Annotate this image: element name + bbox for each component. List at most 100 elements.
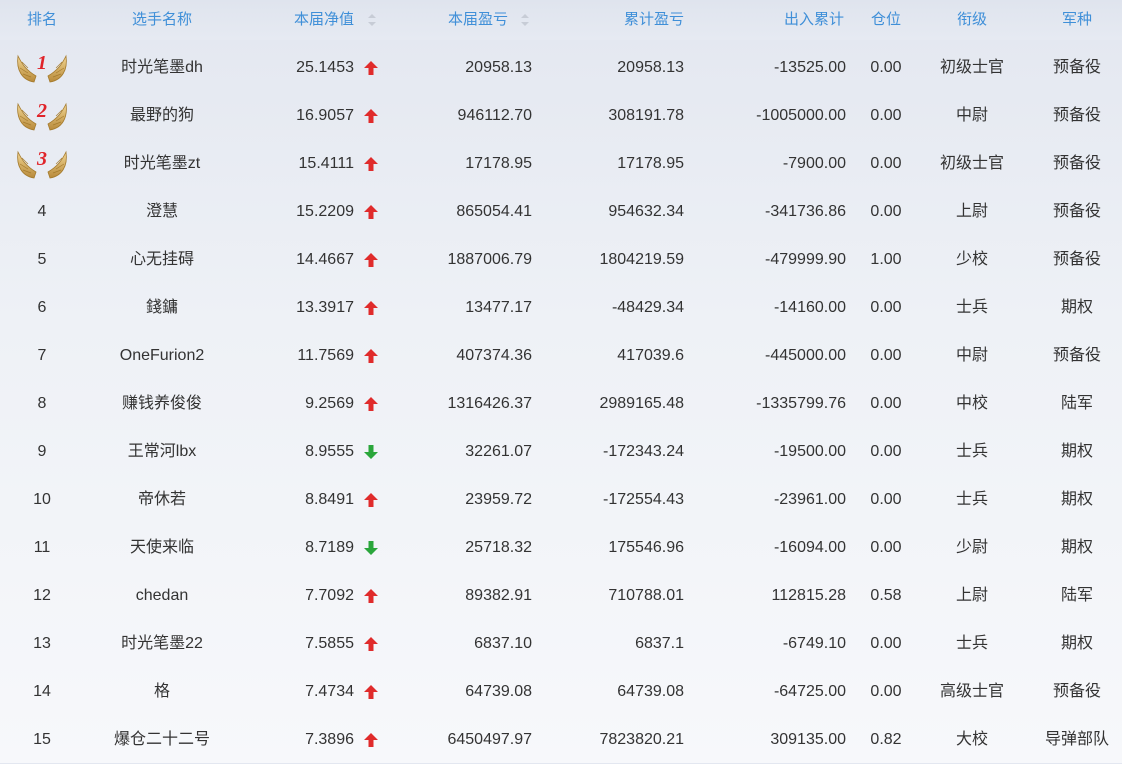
medal-wings-icon: 1	[14, 50, 70, 86]
position-ratio: 0.00	[870, 107, 902, 124]
military-branch: 预备役	[1052, 155, 1101, 172]
player-name[interactable]: 心无挂碍	[92, 236, 232, 284]
player-name[interactable]: 王常河lbx	[92, 428, 232, 476]
header-cumulative[interactable]: 累计盈亏	[560, 0, 684, 40]
rank-title: 中尉	[955, 347, 988, 364]
player-name[interactable]: 帝休若	[92, 476, 232, 524]
player-name[interactable]: 天使来临	[92, 524, 232, 572]
cumulative-profit: -172343.24	[603, 443, 684, 460]
net-value: 16.9057	[296, 107, 354, 124]
table-row[interactable]: 11 天使来临 8.7189 25718.32 175546.96 -16094.00 0.…	[0, 524, 1122, 572]
table-row[interactable]: 5 心无挂碍 14.4667 1887006.79 1804219.59 -479999.…	[0, 236, 1122, 284]
cumulative-profit: 2989165.48	[599, 395, 684, 412]
table-row[interactable]: 6 錢鏞 13.3917 13477.17 -48429.34 -14160.00 0.00…	[0, 284, 1122, 332]
table-row[interactable]: 9 王常河lbx 8.9555 32261.07 -172343.24 -19500.00…	[0, 428, 1122, 476]
military-branch: 期权	[1060, 539, 1093, 556]
rank-number: 10	[33, 491, 51, 508]
table-row[interactable]: 15 爆仓二十二号 7.3896 6450497.97 7823820.21 309135…	[0, 716, 1122, 764]
current-profit: 20958.13	[465, 59, 532, 76]
military-branch: 期权	[1060, 491, 1093, 508]
player-name[interactable]: 时光笔墨22	[92, 620, 232, 668]
military-branch: 预备役	[1052, 251, 1101, 268]
player-name[interactable]: 澄慧	[92, 188, 232, 236]
position-ratio: 1.00	[870, 251, 902, 268]
military-branch: 预备役	[1052, 683, 1101, 700]
position-ratio: 0.00	[870, 203, 902, 220]
sort-profit-icon[interactable]	[521, 12, 529, 28]
table-row[interactable]: 8 赚钱养俊俊 9.2569 1316426.37 2989165.48 -1335799…	[0, 380, 1122, 428]
position-ratio: 0.00	[870, 395, 902, 412]
table-row[interactable]: 4 澄慧 15.2209 865054.41 954632.34 -341736.86 0.…	[0, 188, 1122, 236]
player-name[interactable]: 时光笔墨zt	[92, 140, 232, 188]
cumulative-profit: 710788.01	[608, 587, 684, 604]
trend-up-arrow-icon	[364, 637, 378, 651]
cash-flow: -14160.00	[773, 299, 846, 316]
table-row[interactable]: 10 帝休若 8.8491 23959.72 -172554.43 -23961.00 0.…	[0, 476, 1122, 524]
rank-number: 13	[33, 635, 51, 652]
cumulative-profit: -48429.34	[611, 299, 684, 316]
current-profit: 89382.91	[465, 587, 532, 604]
header-profit[interactable]: 本届盈亏	[400, 0, 508, 40]
header-rank[interactable]: 排名	[0, 0, 84, 40]
net-value: 8.9555	[305, 443, 354, 460]
header-branch[interactable]: 军种	[1034, 0, 1120, 40]
cash-flow: -1335799.76	[756, 395, 846, 412]
military-branch: 陆军	[1060, 395, 1093, 412]
net-value: 7.4734	[305, 683, 354, 700]
current-profit: 32261.07	[465, 443, 532, 460]
player-name[interactable]: 时光笔墨dh	[92, 44, 232, 92]
trend-up-arrow-icon	[364, 493, 378, 507]
table-row[interactable]: 13 时光笔墨22 7.5855 6837.10 6837.1 -6749.10 0.00 士…	[0, 620, 1122, 668]
trend-up-arrow-icon	[364, 685, 378, 699]
table-row[interactable]: 2 最野的狗 16.9057 946112.70 308191.78 -1005000.0…	[0, 92, 1122, 140]
current-profit: 6837.10	[474, 635, 532, 652]
position-ratio: 0.58	[870, 587, 902, 604]
cumulative-profit: 17178.95	[617, 155, 684, 172]
trend-up-arrow-icon	[364, 733, 378, 747]
military-branch: 导弹部队	[1044, 731, 1109, 748]
cash-flow: -341736.86	[765, 203, 846, 220]
position-ratio: 0.00	[870, 491, 902, 508]
cash-flow: -479999.90	[765, 251, 846, 268]
player-name[interactable]: 赚钱养俊俊	[92, 380, 232, 428]
table-row[interactable]: 1 时光笔墨dh 25.1453 20958.13 20958.13 -13525.00 0…	[0, 44, 1122, 92]
rank-title: 少尉	[955, 539, 988, 556]
table-row[interactable]: 7 OneFurion2 11.7569 407374.36 417039.6 -4450…	[0, 332, 1122, 380]
current-profit: 25718.32	[465, 539, 532, 556]
player-name[interactable]: 格	[92, 668, 232, 716]
cumulative-profit: 20958.13	[617, 59, 684, 76]
rank-title: 少校	[955, 251, 988, 268]
player-name[interactable]: OneFurion2	[92, 332, 232, 380]
header-position[interactable]: 仓位	[862, 0, 910, 40]
position-ratio: 0.82	[870, 731, 902, 748]
table-row[interactable]: 12 chedan 7.7092 89382.91 710788.01 112815.28…	[0, 572, 1122, 620]
current-profit: 865054.41	[456, 203, 532, 220]
rank-number: 1	[37, 52, 47, 74]
cumulative-profit: -172554.43	[603, 491, 684, 508]
header-flow[interactable]: 出入累计	[720, 0, 844, 40]
trend-up-arrow-icon	[364, 61, 378, 75]
player-name[interactable]: 爆仓二十二号	[92, 716, 232, 764]
cumulative-profit: 64739.08	[617, 683, 684, 700]
rank-title: 大校	[955, 731, 988, 748]
current-profit: 6450497.97	[447, 731, 532, 748]
cash-flow: -19500.00	[773, 443, 846, 460]
player-name[interactable]: 錢鏞	[92, 284, 232, 332]
current-profit: 17178.95	[465, 155, 532, 172]
table-row[interactable]: 14 格 7.4734 64739.08 64739.08 -64725.00 0.00 高级…	[0, 668, 1122, 716]
position-ratio: 0.00	[870, 539, 902, 556]
header-title[interactable]: 衔级	[928, 0, 1016, 40]
current-profit: 23959.72	[465, 491, 532, 508]
rank-title: 士兵	[955, 491, 988, 508]
header-nav[interactable]: 本届净值	[254, 0, 354, 40]
header-name[interactable]: 选手名称	[92, 0, 232, 40]
table-row[interactable]: 3 时光笔墨zt 15.4111 17178.95 17178.95 -7900.00 0.…	[0, 140, 1122, 188]
sort-nav-icon[interactable]	[368, 12, 376, 28]
net-value: 7.3896	[305, 731, 354, 748]
cash-flow: 112815.28	[771, 587, 846, 604]
position-ratio: 0.00	[870, 155, 902, 172]
net-value: 7.5855	[305, 635, 354, 652]
rank-number: 12	[33, 587, 51, 604]
player-name[interactable]: 最野的狗	[92, 92, 232, 140]
player-name[interactable]: chedan	[92, 572, 232, 620]
